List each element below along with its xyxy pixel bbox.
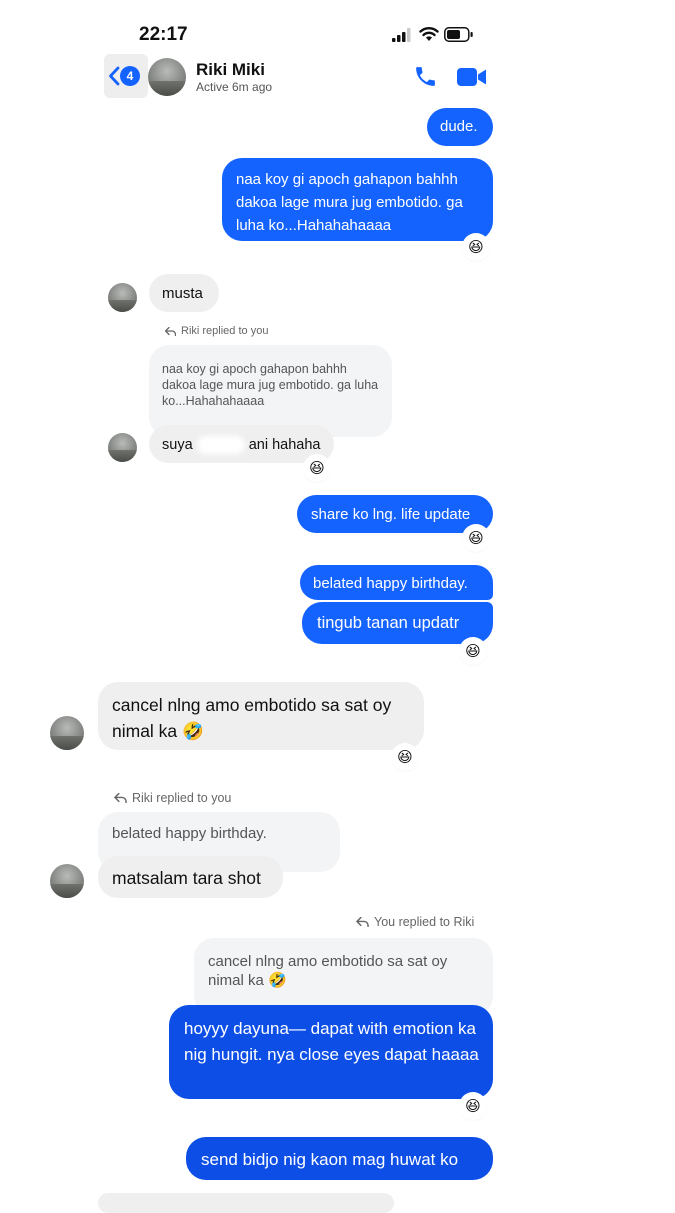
reply-indicator: Riki replied to you bbox=[165, 325, 268, 337]
quoted-text: belated happy birthday. bbox=[112, 825, 267, 842]
reaction-laugh[interactable]: 😆 bbox=[464, 526, 488, 550]
battery-icon bbox=[444, 27, 473, 42]
contact-avatar[interactable] bbox=[148, 58, 186, 96]
quoted-message[interactable]: naa koy gi apoch gahapon bahhh dakoa lag… bbox=[149, 345, 392, 437]
message-bubble-outgoing[interactable]: hoyyy dayuna— dapat with emotion ka nig … bbox=[169, 1005, 493, 1099]
message-bubble-incoming[interactable] bbox=[98, 1193, 394, 1213]
reply-arrow-icon bbox=[165, 326, 176, 336]
message-text: musta bbox=[162, 285, 203, 302]
message-bubble-outgoing[interactable]: send bidjo nig kaon mag huwat ko bbox=[186, 1137, 493, 1180]
message-text: cancel nlng amo embotido sa sat oy nimal… bbox=[112, 695, 392, 741]
reaction-laugh[interactable]: 😆 bbox=[305, 456, 329, 480]
message-bubble-outgoing[interactable]: tingub tanan updatr bbox=[302, 602, 493, 644]
wifi-icon bbox=[419, 27, 439, 41]
message-text: share ko lng. life update bbox=[311, 506, 471, 523]
reply-arrow-icon bbox=[114, 793, 127, 803]
phone-call-icon[interactable] bbox=[413, 64, 438, 89]
message-bubble-incoming[interactable]: cancel nlng amo embotido sa sat oy nimal… bbox=[98, 682, 424, 750]
message-bubble-outgoing[interactable]: share ko lng. life update bbox=[297, 495, 493, 533]
unread-count-badge: 4 bbox=[120, 66, 140, 86]
reply-arrow-icon bbox=[356, 917, 369, 927]
sender-avatar[interactable] bbox=[50, 716, 84, 750]
active-status: Active 6m ago bbox=[196, 80, 273, 94]
sender-avatar[interactable] bbox=[108, 283, 137, 312]
message-bubble-outgoing[interactable]: dude. bbox=[427, 108, 493, 146]
message-bubble-incoming[interactable]: matsalam tara shot bbox=[98, 856, 283, 898]
quoted-text: naa koy gi apoch gahapon bahhh dakoa lag… bbox=[162, 362, 379, 408]
video-call-icon[interactable] bbox=[457, 67, 487, 87]
reaction-laugh[interactable]: 😆 bbox=[461, 639, 485, 663]
message-text: dude. bbox=[440, 118, 478, 135]
message-text: matsalam tara shot bbox=[112, 868, 261, 888]
message-bubble-incoming[interactable]: suya ani hahaha bbox=[149, 425, 334, 463]
contact-name[interactable]: Riki Miki bbox=[196, 60, 265, 80]
redacted-blur bbox=[196, 436, 245, 454]
message-text: suya bbox=[162, 436, 197, 453]
reaction-laugh[interactable]: 😆 bbox=[393, 745, 417, 769]
reaction-laugh[interactable]: 😆 bbox=[464, 235, 488, 259]
back-button[interactable]: 4 bbox=[104, 54, 148, 98]
message-text: tingub tanan updatr bbox=[317, 614, 460, 632]
message-bubble-incoming[interactable]: musta bbox=[149, 274, 219, 312]
cellular-signal-icon bbox=[392, 28, 411, 42]
quoted-text: cancel nlng amo embotido sa sat oy nimal… bbox=[208, 953, 448, 989]
reply-indicator: Riki replied to you bbox=[114, 791, 231, 805]
reaction-laugh[interactable]: 😆 bbox=[461, 1094, 485, 1118]
message-text: belated happy birthday. bbox=[313, 575, 468, 592]
reply-indicator: You replied to Riki bbox=[356, 915, 474, 929]
message-text: hoyyy dayuna— dapat with emotion ka nig … bbox=[184, 1019, 479, 1064]
message-bubble-outgoing[interactable]: naa koy gi apoch gahapon bahhh dakoa lag… bbox=[222, 158, 493, 241]
status-time: 22:17 bbox=[139, 24, 188, 45]
chevron-left-icon bbox=[109, 66, 120, 86]
message-text: naa koy gi apoch gahapon bahhh dakoa lag… bbox=[236, 171, 463, 234]
sender-avatar[interactable] bbox=[50, 864, 84, 898]
message-bubble-outgoing[interactable]: belated happy birthday. bbox=[300, 565, 493, 600]
message-text: send bidjo nig kaon mag huwat ko bbox=[201, 1150, 459, 1169]
message-text: ani hahaha bbox=[244, 436, 321, 453]
sender-avatar[interactable] bbox=[108, 433, 137, 462]
